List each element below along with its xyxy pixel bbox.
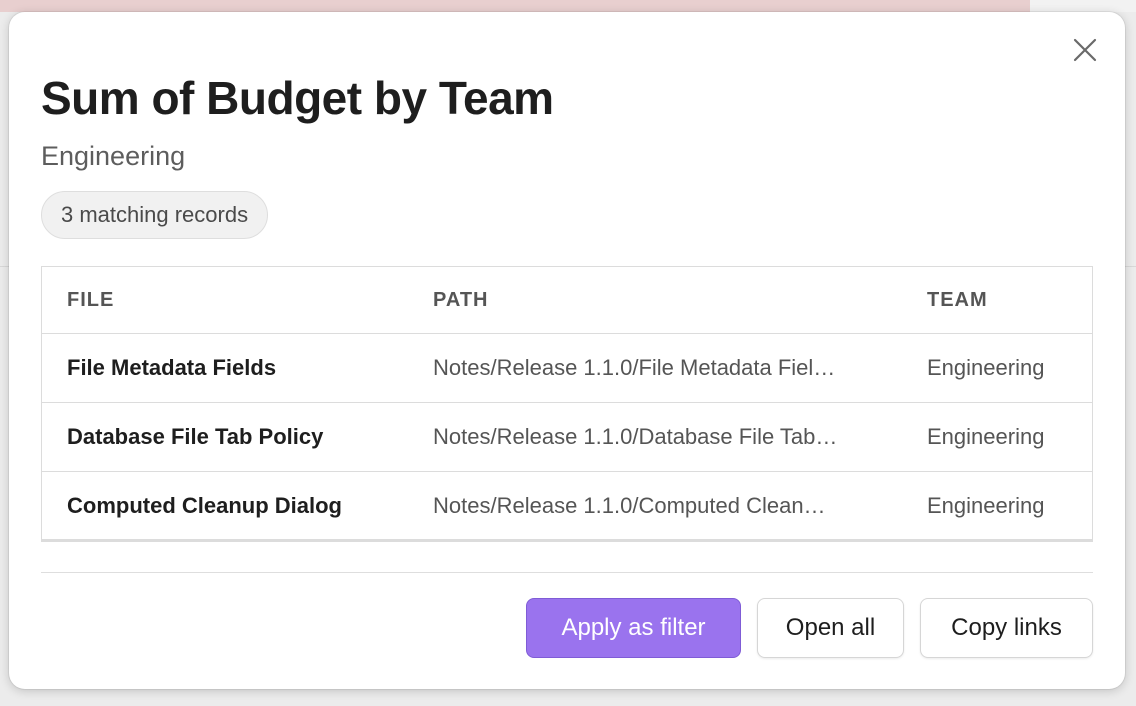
column-header-team: TEAM: [902, 267, 1092, 334]
open-all-button[interactable]: Open all: [757, 598, 904, 658]
team-cell: Engineering: [927, 493, 1045, 518]
path-cell: Notes/Release 1.1.0/File Metadata Fiel…: [408, 333, 902, 403]
team-cell: Engineering: [902, 402, 1092, 472]
table-row[interactable]: Database File Tab Policy Notes/Release 1…: [42, 402, 1092, 472]
file-cell[interactable]: Database File Tab Policy: [42, 402, 408, 472]
apply-filter-button[interactable]: Apply as filter: [526, 598, 741, 658]
copy-links-button[interactable]: Copy links: [920, 598, 1093, 658]
close-button[interactable]: [1071, 36, 1099, 64]
column-header-path: PATH: [408, 267, 902, 334]
records-dialog: Sum of Budget by Team Engineering 3 matc…: [9, 12, 1125, 689]
table-row[interactable]: File Metadata Fields Notes/Release 1.1.0…: [42, 333, 1092, 403]
file-cell[interactable]: Computed Cleanup Dialog: [42, 472, 408, 541]
record-count-badge: 3 matching records: [41, 191, 269, 239]
records-table: FILE PATH TEAM File Metadata Fields Note…: [41, 266, 1093, 542]
backdrop-top-strip: [0, 0, 1030, 12]
file-cell[interactable]: File Metadata Fields: [42, 333, 408, 403]
dialog-title: Sum of Budget by Team: [41, 72, 554, 124]
close-icon: [1073, 38, 1097, 62]
footer-divider: [41, 572, 1093, 573]
table-header-row: FILE PATH TEAM: [42, 267, 1092, 334]
path-cell: Notes/Release 1.1.0/Computed Clean…: [433, 493, 826, 518]
team-cell: Engineering: [902, 333, 1092, 403]
backdrop-top-strip-right: [1030, 0, 1136, 12]
column-header-file: FILE: [42, 267, 408, 334]
table-row[interactable]: Computed Cleanup Dialog Notes/Release 1.…: [42, 472, 1092, 541]
path-cell: Notes/Release 1.1.0/Database File Tab…: [408, 402, 902, 472]
dialog-subtitle: Engineering: [41, 141, 186, 171]
